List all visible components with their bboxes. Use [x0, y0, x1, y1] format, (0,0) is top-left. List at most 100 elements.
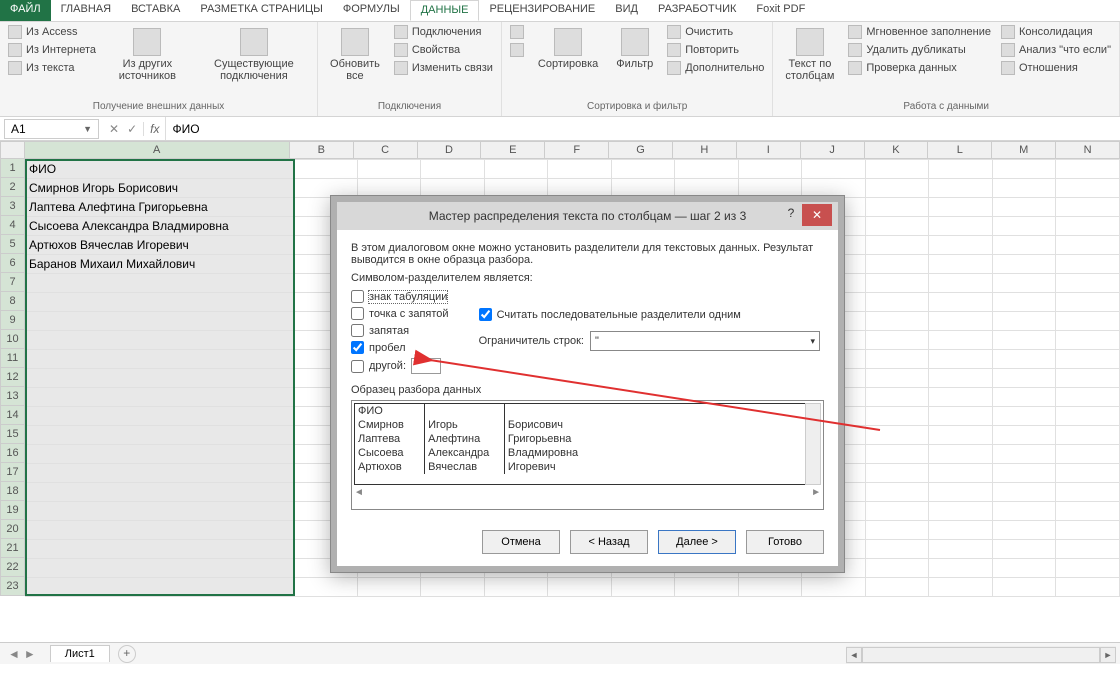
row-header-14[interactable]: 14: [0, 406, 25, 425]
cell[interactable]: [929, 426, 993, 445]
col-header-G[interactable]: G: [609, 141, 673, 159]
cell[interactable]: [865, 274, 929, 293]
row-header-9[interactable]: 9: [0, 311, 25, 330]
cell[interactable]: [929, 236, 993, 255]
col-header-F[interactable]: F: [545, 141, 609, 159]
cell[interactable]: [611, 578, 675, 597]
delim-comma[interactable]: запятая: [351, 324, 449, 337]
row-header-2[interactable]: 2: [0, 178, 25, 197]
cell[interactable]: [865, 179, 929, 198]
accept-formula-icon[interactable]: ✓: [127, 122, 137, 136]
cell[interactable]: [929, 521, 993, 540]
row-header-22[interactable]: 22: [0, 558, 25, 577]
cell[interactable]: [992, 179, 1056, 198]
consolidate-button[interactable]: Консолидация: [999, 24, 1113, 40]
cell[interactable]: [929, 217, 993, 236]
refresh-all-button[interactable]: Обновить все: [324, 24, 386, 86]
cell[interactable]: [992, 388, 1056, 407]
select-all-corner[interactable]: [0, 141, 25, 159]
cell[interactable]: [865, 312, 929, 331]
cell[interactable]: [294, 160, 358, 179]
cell[interactable]: [865, 464, 929, 483]
row-header-11[interactable]: 11: [0, 349, 25, 368]
remove-duplicates-button[interactable]: Удалить дубликаты: [846, 42, 993, 58]
row-header-13[interactable]: 13: [0, 387, 25, 406]
other-sources-button[interactable]: Из других источников: [104, 24, 191, 86]
cell[interactable]: [26, 274, 294, 293]
cell[interactable]: [865, 521, 929, 540]
cell[interactable]: [865, 331, 929, 350]
next-button[interactable]: Далее >: [658, 530, 736, 554]
cell[interactable]: [865, 255, 929, 274]
row-header-4[interactable]: 4: [0, 216, 25, 235]
cell[interactable]: [26, 521, 294, 540]
row-header-5[interactable]: 5: [0, 235, 25, 254]
sheet-tab[interactable]: Лист1: [50, 645, 110, 662]
cell[interactable]: [929, 540, 993, 559]
cell[interactable]: [929, 407, 993, 426]
cell[interactable]: [611, 160, 675, 179]
cell[interactable]: [929, 312, 993, 331]
cell[interactable]: [26, 388, 294, 407]
cell[interactable]: [548, 578, 612, 597]
cell[interactable]: [548, 160, 612, 179]
cell[interactable]: [992, 445, 1056, 464]
delim-other-input[interactable]: [411, 358, 441, 374]
sort-asc-button[interactable]: [508, 24, 526, 40]
cell[interactable]: [929, 464, 993, 483]
cell[interactable]: [865, 369, 929, 388]
help-button[interactable]: ?: [780, 206, 802, 226]
cell[interactable]: [992, 331, 1056, 350]
cell[interactable]: [865, 198, 929, 217]
cell[interactable]: [929, 350, 993, 369]
cell[interactable]: [357, 160, 421, 179]
cell[interactable]: [992, 255, 1056, 274]
consecutive-checkbox[interactable]: Считать последовательные разделители одн…: [479, 308, 820, 321]
row-header-1[interactable]: 1: [0, 159, 25, 178]
cell[interactable]: [992, 198, 1056, 217]
relations-button[interactable]: Отношения: [999, 60, 1113, 76]
back-button[interactable]: < Назад: [570, 530, 648, 554]
cell[interactable]: [929, 502, 993, 521]
cell[interactable]: [992, 407, 1056, 426]
cell[interactable]: [26, 464, 294, 483]
cell[interactable]: [1056, 217, 1120, 236]
cell[interactable]: [1056, 369, 1120, 388]
cell[interactable]: [1056, 160, 1120, 179]
cell[interactable]: [865, 407, 929, 426]
row-header-18[interactable]: 18: [0, 482, 25, 501]
cell[interactable]: [26, 293, 294, 312]
sheet-nav-first-icon[interactable]: ◄: [8, 647, 20, 661]
from-access-button[interactable]: Из Access: [6, 24, 98, 40]
scroll-left-icon[interactable]: ◄: [846, 647, 862, 663]
horizontal-scrollbar[interactable]: ◄ ►: [846, 646, 1116, 664]
cell[interactable]: [865, 540, 929, 559]
col-header-A[interactable]: A: [25, 141, 290, 159]
col-header-B[interactable]: B: [290, 141, 354, 159]
cell[interactable]: Баранов Михаил Михайлович: [26, 255, 294, 274]
whatif-button[interactable]: Анализ "что если": [999, 42, 1113, 58]
from-web-button[interactable]: Из Интернета: [6, 42, 98, 58]
cell[interactable]: [929, 369, 993, 388]
cell[interactable]: [1056, 540, 1120, 559]
row-header-16[interactable]: 16: [0, 444, 25, 463]
cancel-formula-icon[interactable]: ✕: [109, 122, 119, 136]
cell[interactable]: Артюхов Вячеслав Игоревич: [26, 236, 294, 255]
col-header-J[interactable]: J: [801, 141, 865, 159]
cell[interactable]: [1056, 236, 1120, 255]
cell[interactable]: [929, 179, 993, 198]
cell[interactable]: [1056, 293, 1120, 312]
close-button[interactable]: ✕: [802, 204, 832, 226]
finish-button[interactable]: Готово: [746, 530, 824, 554]
cell[interactable]: Смирнов Игорь Борисович: [26, 179, 294, 198]
row-header-10[interactable]: 10: [0, 330, 25, 349]
cell[interactable]: Лаптева Алефтина Григорьевна: [26, 198, 294, 217]
cancel-button[interactable]: Отмена: [482, 530, 560, 554]
cell[interactable]: [865, 559, 929, 578]
cell[interactable]: [1056, 274, 1120, 293]
tab-formulas[interactable]: ФОРМУЛЫ: [333, 0, 410, 21]
cell[interactable]: [929, 331, 993, 350]
cell[interactable]: [865, 502, 929, 521]
cell[interactable]: [929, 388, 993, 407]
delim-semicolon[interactable]: точка с запятой: [351, 307, 449, 320]
